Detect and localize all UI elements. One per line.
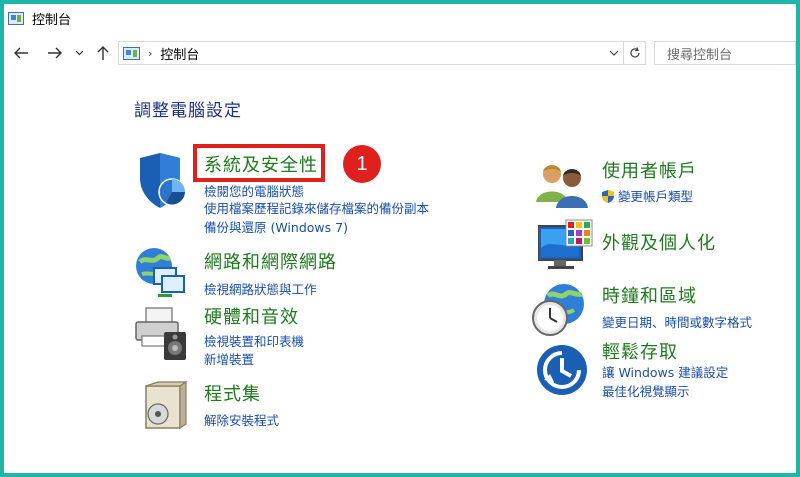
category-programs[interactable]: 程式集 <box>204 380 261 406</box>
highlight-box <box>193 144 325 182</box>
programs-icon[interactable] <box>140 380 188 434</box>
link-add-device[interactable]: 新增裝置 <box>204 349 254 368</box>
control-panel-icon <box>123 46 140 60</box>
network-icon[interactable] <box>134 246 188 304</box>
link-uninstall-program[interactable]: 解除安裝程式 <box>204 410 279 429</box>
page-title: 調整電腦設定 <box>134 101 242 121</box>
category-user-accounts[interactable]: 使用者帳戶 <box>602 157 697 183</box>
forward-button[interactable] <box>44 42 66 64</box>
step-badge: 1 <box>343 145 381 183</box>
appearance-personalization-icon[interactable] <box>537 218 594 278</box>
breadcrumb-control-panel[interactable]: 控制台 <box>160 44 199 63</box>
breadcrumb-separator[interactable]: › <box>148 47 152 60</box>
chevron-down-icon <box>75 50 83 56</box>
window-title: 控制台 <box>32 12 72 28</box>
arrow-right-icon <box>48 47 62 59</box>
title-bar: 控制台 <box>4 4 796 32</box>
link-file-history-backup[interactable]: 使用檔案歷程記錄來儲存檔案的備份副本 <box>204 198 429 217</box>
category-hardware-sound[interactable]: 硬體和音效 <box>204 303 299 329</box>
navigation-bar: › 控制台 搜尋控制台 <box>4 38 796 68</box>
refresh-button[interactable] <box>623 42 645 64</box>
link-change-account-type[interactable]: 變更帳戶類型 <box>602 186 693 205</box>
recent-locations-button[interactable] <box>72 42 86 64</box>
search-placeholder: 搜尋控制台 <box>667 47 733 63</box>
link-view-network-status[interactable]: 檢視網路狀態與工作 <box>204 279 317 298</box>
printer-icon[interactable] <box>134 306 190 366</box>
link-change-date-time-format[interactable]: 變更日期、時間或數字格式 <box>602 312 752 331</box>
arrow-up-icon <box>97 46 109 60</box>
shield-icon[interactable] <box>136 152 188 214</box>
ease-of-access-icon[interactable] <box>536 344 588 400</box>
address-dropdown-button[interactable] <box>607 45 621 61</box>
category-network-internet[interactable]: 網路和網際網路 <box>204 248 337 274</box>
control-panel-icon <box>8 11 24 25</box>
uac-shield-icon <box>602 190 614 203</box>
category-ease-of-access[interactable]: 輕鬆存取 <box>602 338 678 364</box>
search-input[interactable]: 搜尋控制台 <box>654 41 796 65</box>
back-button[interactable] <box>10 42 32 64</box>
chevron-down-icon <box>609 50 619 56</box>
arrow-left-icon <box>14 47 28 59</box>
link-change-account-type-label[interactable]: 變更帳戶類型 <box>618 189 693 204</box>
clock-region-icon[interactable] <box>530 282 588 342</box>
user-accounts-icon[interactable] <box>536 160 592 212</box>
category-clock-region[interactable]: 時鐘和區域 <box>602 282 697 308</box>
address-bar[interactable]: › 控制台 <box>118 41 646 65</box>
link-devices-printers[interactable]: 檢視裝置和印表機 <box>204 331 304 350</box>
link-let-windows-suggest[interactable]: 讓 Windows 建議設定 <box>602 362 728 381</box>
category-appearance-personalization[interactable]: 外觀及個人化 <box>602 229 716 255</box>
up-button[interactable] <box>92 42 114 64</box>
link-backup-restore[interactable]: 備份與還原 (Windows 7) <box>204 217 348 236</box>
link-optimize-visual-display[interactable]: 最佳化視覺顯示 <box>602 381 690 400</box>
refresh-icon <box>629 47 640 58</box>
